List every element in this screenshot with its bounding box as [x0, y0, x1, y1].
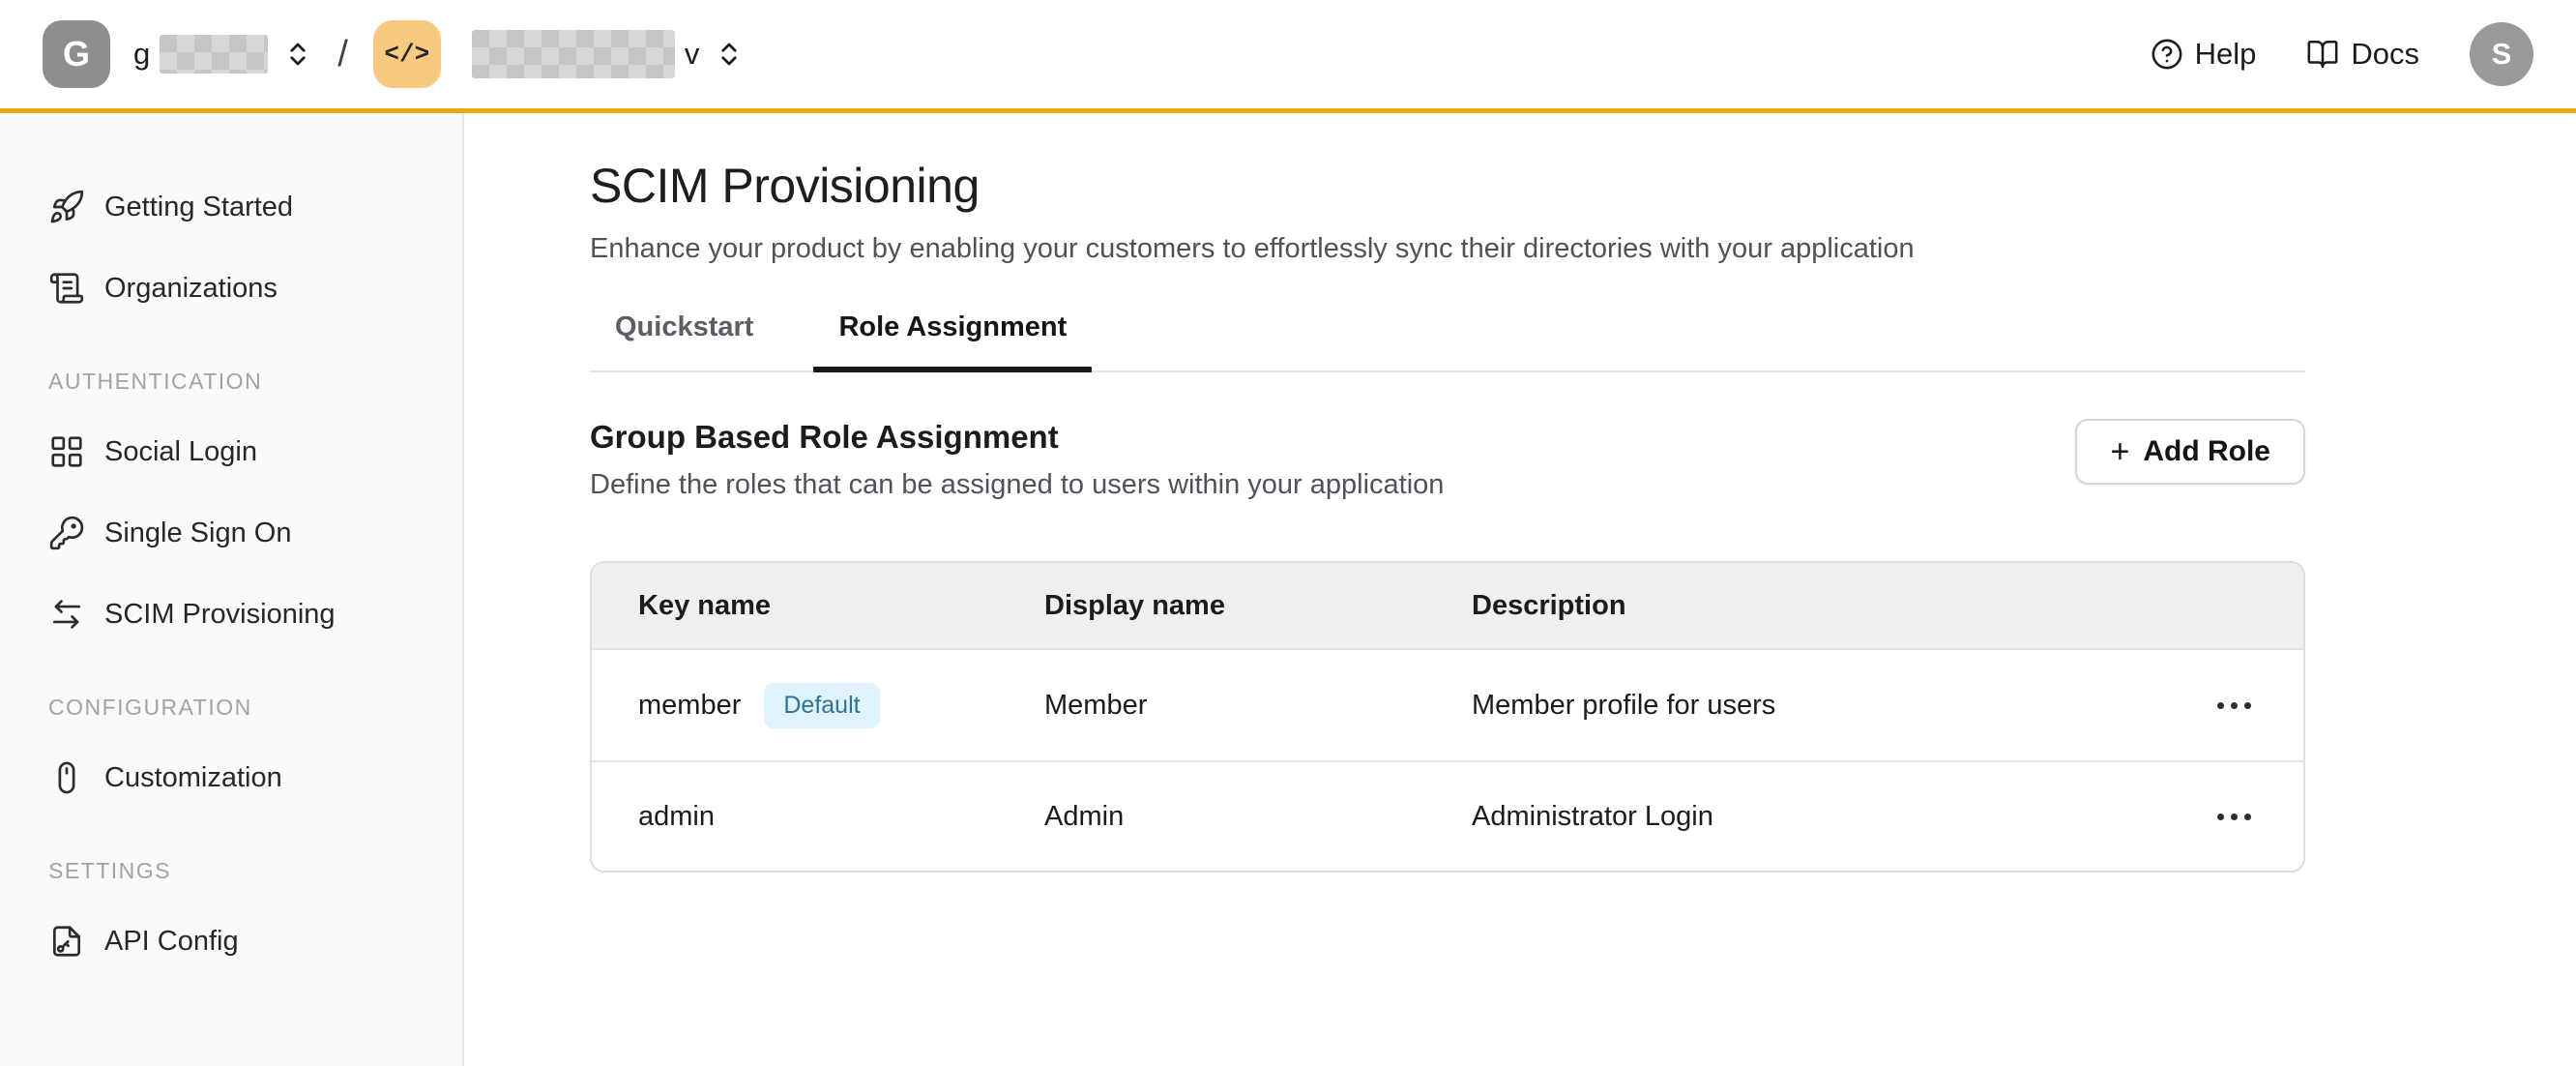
- grid-icon: [48, 433, 85, 470]
- rocket-icon: [48, 189, 85, 225]
- project-name-redacted: [472, 30, 675, 78]
- sidebar-item-label: SCIM Provisioning: [104, 599, 336, 631]
- workspace-logo-letter: G: [63, 34, 90, 74]
- sidebar-section-settings: SETTINGS: [48, 858, 462, 884]
- help-button[interactable]: Help: [2151, 37, 2257, 72]
- add-role-label: Add Role: [2143, 435, 2270, 468]
- roles-table: Key name Display name Description member…: [590, 561, 2305, 873]
- sidebar: Getting Started Organizations AUTHENTICA…: [0, 113, 464, 1066]
- default-badge: Default: [764, 683, 879, 728]
- sidebar-item-social-login[interactable]: Social Login: [48, 428, 462, 476]
- circle-question-icon: [2151, 38, 2183, 71]
- sidebar-section-configuration: CONFIGURATION: [48, 695, 462, 721]
- code-icon: </>: [373, 20, 441, 88]
- key-name-cell: admin: [638, 801, 1044, 833]
- key-name-cell: member Default: [638, 683, 1044, 728]
- ellipsis-menu-button[interactable]: [2211, 800, 2257, 834]
- sidebar-item-single-sign-on[interactable]: Single Sign On: [48, 509, 462, 557]
- sidebar-item-label: Organizations: [104, 273, 278, 305]
- description-cell: Administrator Login: [1472, 801, 2141, 833]
- section-description: Define the roles that can be assigned to…: [590, 469, 1444, 501]
- page-title: SCIM Provisioning: [590, 158, 2305, 214]
- section-heading: Group Based Role Assignment: [590, 419, 1444, 456]
- user-avatar[interactable]: S: [2470, 22, 2533, 86]
- sidebar-item-label: API Config: [104, 926, 239, 958]
- organization-icon: [48, 270, 85, 307]
- role-key: admin: [638, 801, 715, 833]
- project-switcher[interactable]: </> v: [373, 20, 745, 88]
- section-header-row: Group Based Role Assignment Define the r…: [590, 419, 2305, 501]
- table-row: admin Admin Administrator Login: [592, 760, 2303, 871]
- topbar: G g / </> v Help Docs S: [0, 0, 2576, 113]
- sidebar-item-label: Customization: [104, 762, 282, 794]
- mouse-icon: [48, 759, 85, 796]
- role-key: member: [638, 690, 741, 722]
- help-label: Help: [2195, 37, 2257, 72]
- docs-button[interactable]: Docs: [2306, 37, 2419, 72]
- column-header-display-name: Display name: [1044, 590, 1472, 622]
- description-cell: Member profile for users: [1472, 690, 2141, 722]
- sidebar-item-label: Getting Started: [104, 192, 293, 223]
- organization-switcher[interactable]: g: [133, 35, 312, 74]
- avatar-letter: S: [2492, 37, 2512, 72]
- display-name-cell: Member: [1044, 690, 1472, 722]
- chevrons-up-down-icon: [715, 40, 744, 69]
- sidebar-item-scim-provisioning[interactable]: SCIM Provisioning: [48, 590, 462, 638]
- tab-bar: Quickstart Role Assignment: [590, 311, 2305, 372]
- tab-role-assignment[interactable]: Role Assignment: [813, 311, 1092, 370]
- sidebar-item-getting-started[interactable]: Getting Started: [48, 183, 462, 231]
- topbar-left: G g / </> v: [43, 20, 744, 88]
- column-header-key-name: Key name: [638, 590, 1044, 622]
- docs-label: Docs: [2351, 37, 2419, 72]
- sidebar-item-label: Single Sign On: [104, 518, 291, 549]
- ellipsis-icon: [2217, 702, 2224, 709]
- organization-name-redacted: [160, 35, 268, 74]
- tab-quickstart[interactable]: Quickstart: [590, 311, 778, 370]
- main-content: SCIM Provisioning Enhance your product b…: [464, 113, 2576, 1066]
- ellipsis-menu-button[interactable]: [2211, 689, 2257, 723]
- table-header-row: Key name Display name Description: [592, 563, 2303, 650]
- breadcrumb-separator: /: [337, 34, 348, 75]
- sidebar-section-authentication: AUTHENTICATION: [48, 369, 462, 395]
- sidebar-item-organizations[interactable]: Organizations: [48, 264, 462, 312]
- section-header-text: Group Based Role Assignment Define the r…: [590, 419, 1444, 501]
- book-open-icon: [2306, 38, 2339, 71]
- table-row: member Default Member Member profile for…: [592, 650, 2303, 760]
- add-role-button[interactable]: + Add Role: [2075, 419, 2305, 485]
- column-header-description: Description: [1472, 590, 2141, 622]
- page-subtitle: Enhance your product by enabling your cu…: [590, 233, 2305, 265]
- sidebar-item-label: Social Login: [104, 436, 257, 468]
- chevrons-up-down-icon: [283, 40, 312, 69]
- ellipsis-icon: [2217, 814, 2224, 820]
- project-name-suffix: v: [685, 37, 700, 72]
- plus-icon: +: [2110, 433, 2129, 471]
- topbar-right: Help Docs S: [2151, 22, 2533, 86]
- sidebar-item-api-config[interactable]: API Config: [48, 917, 462, 965]
- organization-name-prefix: g: [133, 37, 150, 72]
- sync-arrows-icon: [48, 596, 85, 633]
- sidebar-item-customization[interactable]: Customization: [48, 754, 462, 802]
- workspace-logo: G: [43, 20, 110, 88]
- key-icon: [48, 515, 85, 551]
- file-key-icon: [48, 923, 85, 960]
- display-name-cell: Admin: [1044, 801, 1472, 833]
